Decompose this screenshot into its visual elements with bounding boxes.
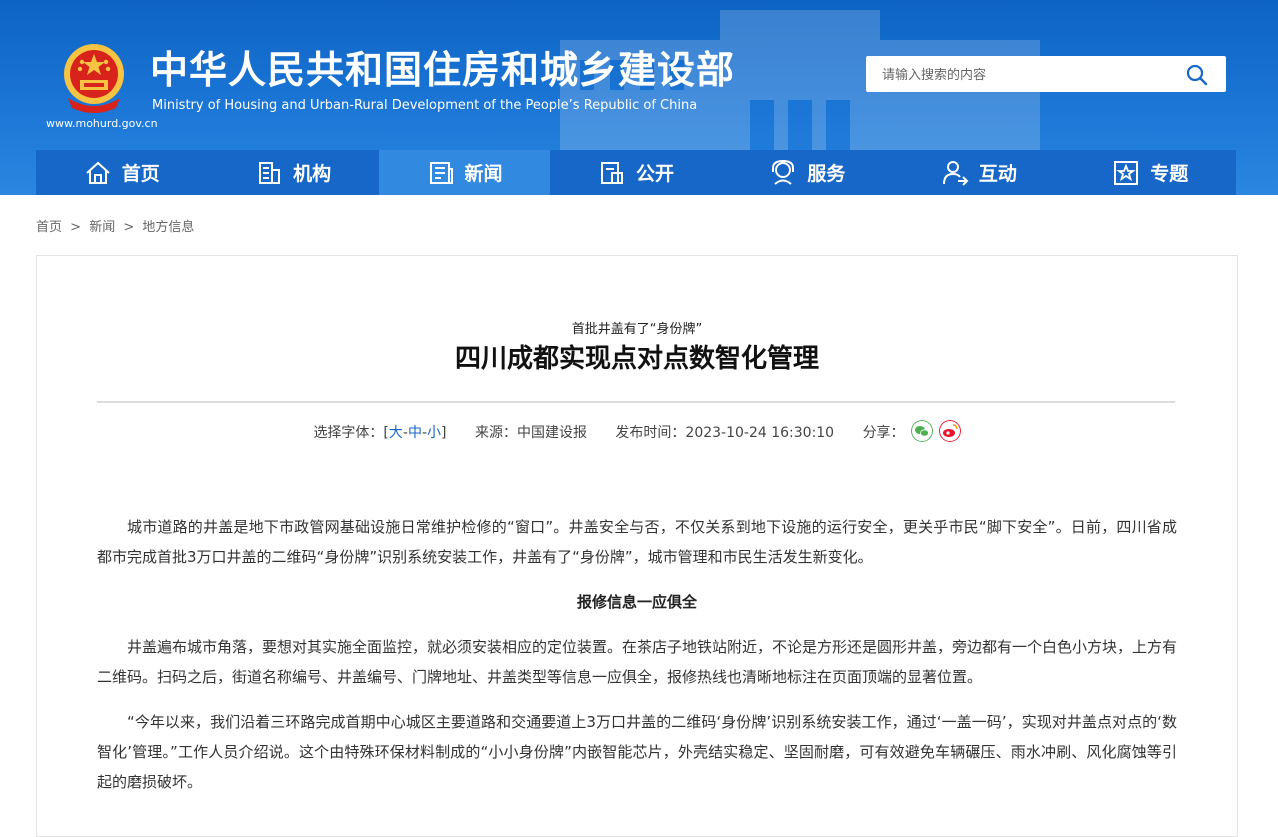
- article-paragraph: “今年以来，我们沿着三环路完成首期中心城区主要道路和交通要道上3万口井盖的二维码…: [97, 713, 1177, 791]
- font-size-close: ]: [441, 425, 447, 441]
- nav-item-label: 首页: [121, 163, 160, 185]
- font-medium-link[interactable]: 中: [408, 425, 422, 441]
- breadcrumb-home[interactable]: 首页: [36, 220, 62, 235]
- breadcrumb: 首页 > 新闻 > 地方信息: [36, 216, 198, 235]
- publish-time: 发布时间：2023-10-24 16:30:10: [615, 425, 835, 441]
- wechat-icon[interactable]: [910, 420, 933, 442]
- nav-item-home[interactable]: 首页: [36, 150, 207, 195]
- search-icon[interactable]: [1186, 64, 1208, 86]
- nav-item-label: 机构: [293, 163, 332, 185]
- interact-icon: [942, 160, 969, 186]
- article-body: 城市道路的井盖是地下市政管网基础设施日常维护检修的“窗口”。井盖安全与否，不仅关…: [97, 512, 1177, 812]
- service-icon: [772, 159, 795, 185]
- nav-item-label: 互动: [978, 163, 1017, 185]
- nav-item-interact[interactable]: 互动: [893, 150, 1064, 195]
- weibo-icon[interactable]: [938, 420, 961, 442]
- article-source: 来源：中国建设报: [474, 425, 587, 441]
- site-header: 中华人民共和国住房和城乡建设部 Ministry of Housing and …: [0, 0, 1278, 195]
- nav-item-label: 公开: [635, 163, 674, 185]
- font-size-label: 选择字体：[: [313, 425, 389, 441]
- main-nav: 首页 机构 新闻 公开 服务 互动 专题: [36, 150, 1236, 195]
- share-label: 分享：: [862, 425, 905, 441]
- nav-item-label: 专题: [1150, 163, 1189, 185]
- breadcrumb-separator: >: [70, 220, 82, 235]
- article-paragraph: 城市道路的井盖是地下市政管网基础设施日常维护检修的“窗口”。井盖安全与否，不仅关…: [97, 518, 1177, 566]
- nav-item-public[interactable]: 公开: [550, 150, 721, 195]
- site-subtitle: Ministry of Housing and Urban-Rural Deve…: [152, 98, 698, 113]
- nav-item-service[interactable]: 服务: [722, 150, 893, 195]
- article-subheading: 报修信息一应俱全: [576, 593, 697, 611]
- breadcrumb-separator: >: [123, 220, 135, 235]
- article-panel: 首批井盖有了“身份牌” 四川成都实现点对点数智化管理 选择字体：[大-中-小] …: [36, 255, 1238, 837]
- star-icon: [1114, 160, 1139, 185]
- national-emblem-icon: [64, 44, 124, 113]
- nav-item-label: 服务: [807, 163, 846, 185]
- site-url: www.mohurd.gov.cn: [46, 117, 158, 130]
- breadcrumb-local-info[interactable]: 地方信息: [142, 220, 194, 235]
- font-small-link[interactable]: 小: [427, 425, 441, 441]
- building-icon: [259, 161, 281, 184]
- news-icon: [429, 161, 453, 184]
- nav-item-topic[interactable]: 专题: [1065, 150, 1236, 195]
- site-title: 中华人民共和国住房和城乡建设部: [150, 48, 736, 92]
- search-box: [866, 56, 1226, 94]
- font-large-link[interactable]: 大: [389, 425, 403, 441]
- article-title: 四川成都实现点对点数智化管理: [454, 344, 819, 374]
- article-meta: 选择字体：[大-中-小] 来源：中国建设报 发布时间：2023-10-24 16…: [37, 420, 1237, 444]
- search-input[interactable]: [880, 56, 1184, 94]
- font-size-selector: 选择字体：[大-中-小]: [313, 425, 446, 441]
- article-pre-title: 首批井盖有了“身份牌”: [571, 322, 703, 337]
- nav-item-news[interactable]: 新闻: [378, 150, 551, 195]
- title-divider: [97, 401, 1175, 403]
- nav-item-org[interactable]: 机构: [207, 150, 378, 195]
- breadcrumb-news[interactable]: 新闻: [89, 220, 115, 235]
- article-paragraph: 井盖遍布城市角落，要想对其实施全面监控，就必须安装相应的定位装置。在茶店子地铁站…: [97, 638, 1178, 686]
- folder-icon: [600, 161, 623, 184]
- home-icon: [86, 161, 110, 184]
- nav-item-label: 新闻: [464, 163, 503, 185]
- share-group: 分享：: [862, 420, 961, 442]
